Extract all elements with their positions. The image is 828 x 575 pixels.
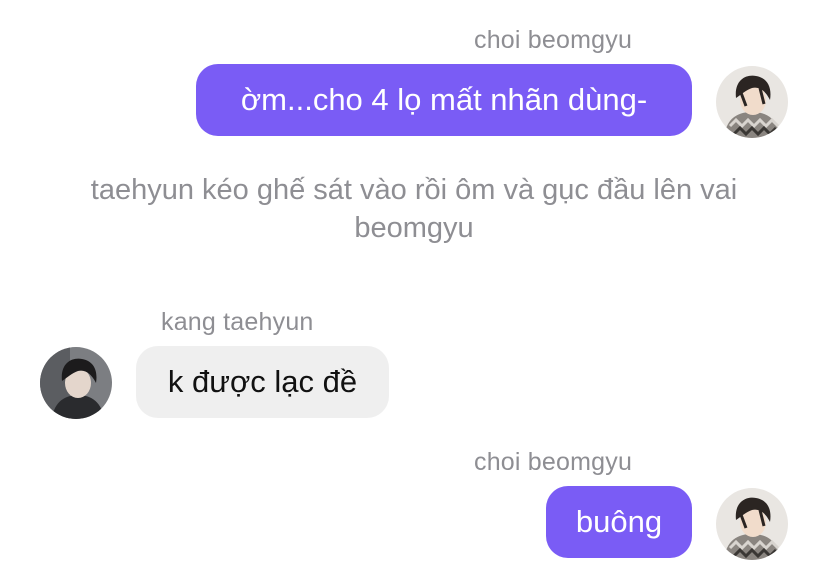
avatar[interactable]	[716, 488, 788, 560]
sender-name: choi beomgyu	[474, 448, 633, 476]
taehyun-avatar-image	[40, 347, 112, 419]
beomgyu-avatar-image	[716, 66, 788, 138]
sender-name: choi beomgyu	[474, 26, 633, 54]
message-text: ờm...cho 4 lọ mất nhãn dùng-	[240, 82, 648, 117]
narration-text: taehyun kéo ghế sát vào rồi ôm và gục đầ…	[90, 174, 738, 244]
message-bubble[interactable]: k được lạc đề	[136, 346, 389, 418]
message-text: k được lạc đề	[167, 364, 358, 399]
sender-name: kang taehyun	[161, 308, 314, 336]
message-bubble[interactable]: ờm...cho 4 lọ mất nhãn dùng-	[196, 64, 692, 136]
avatar[interactable]	[716, 66, 788, 138]
beomgyu-avatar-image	[716, 488, 788, 560]
message-bubble[interactable]: buông	[546, 486, 692, 558]
avatar[interactable]	[40, 347, 112, 419]
message-text: buông	[575, 504, 663, 539]
